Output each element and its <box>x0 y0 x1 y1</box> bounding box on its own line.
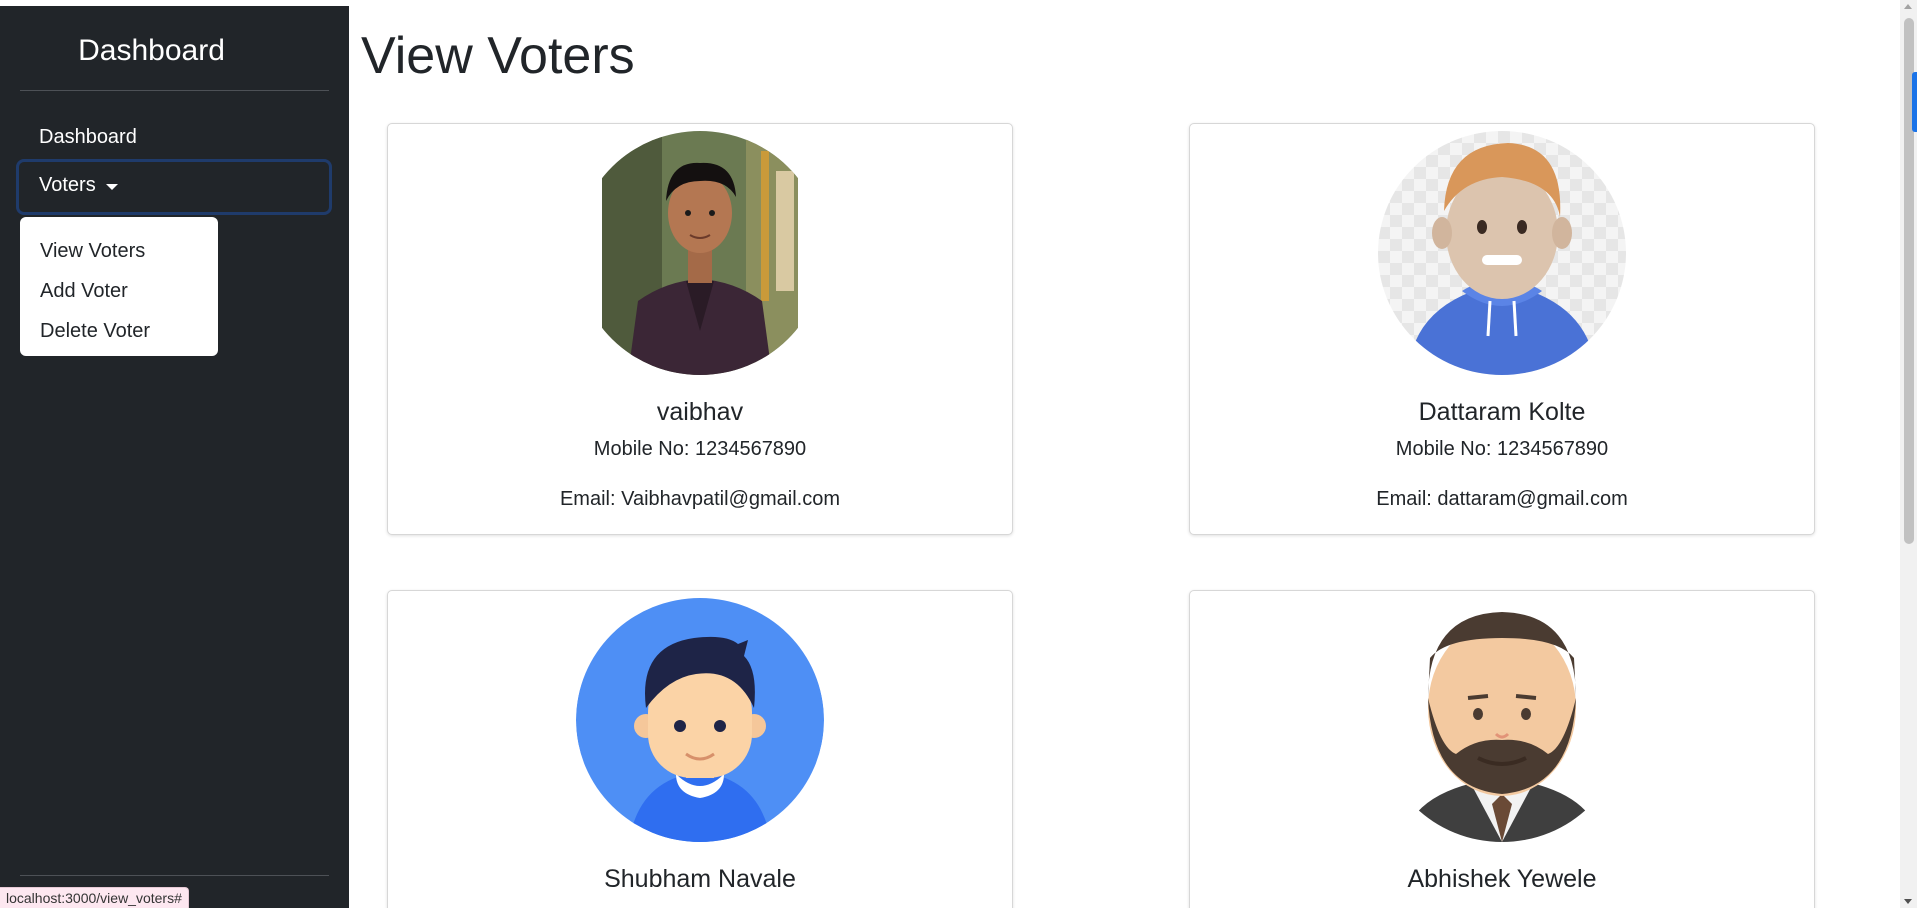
scroll-down-arrow-icon[interactable] <box>1904 899 1912 904</box>
voter-card: Shubham Navale <box>387 590 1013 908</box>
scroll-accent-marker <box>1912 72 1917 132</box>
voter-name: Dattaram Kolte <box>1418 398 1586 426</box>
status-bar-url: localhost:3000/view_voters# <box>0 887 189 908</box>
vertical-scrollbar[interactable] <box>1900 0 1917 908</box>
scroll-up-arrow-icon[interactable] <box>1904 4 1912 9</box>
boy-avatar-icon <box>576 598 824 842</box>
voter-mobile: Mobile No: 1234567890 <box>1395 438 1609 460</box>
voter-name: Abhishek Yewele <box>1407 865 1597 893</box>
voter-card: Dattaram Kolte Mobile No: 1234567890 Ema… <box>1189 123 1815 535</box>
voter-card: Abhishek Yewele <box>1189 590 1815 908</box>
dropdown-item-delete-voter[interactable]: Delete Voter <box>20 311 218 351</box>
voters-dropdown-menu: View Voters Add Voter Delete Voter <box>20 217 218 356</box>
3d-avatar-icon <box>1378 131 1626 375</box>
sidebar: Dashboard Dashboard Voters <box>0 6 349 908</box>
photo-avatar-icon <box>576 131 824 375</box>
sidebar-item-dashboard[interactable]: Dashboard <box>39 126 137 149</box>
voter-email: Email: Vaibhavpatil@gmail.com <box>559 488 841 510</box>
sidebar-brand[interactable]: Dashboard <box>0 34 303 68</box>
voter-email: Email: dattaram@gmail.com <box>1376 488 1628 510</box>
voter-name: vaibhav <box>656 398 744 426</box>
sidebar-divider-bottom <box>20 875 329 876</box>
dropdown-item-add-voter[interactable]: Add Voter <box>20 271 218 311</box>
caret-down-icon <box>105 183 118 190</box>
dropdown-item-view-voters[interactable]: View Voters <box>20 231 218 271</box>
voter-mobile: Mobile No: 1234567890 <box>593 438 807 460</box>
sidebar-item-voters[interactable]: Voters <box>39 174 118 197</box>
page-title: View Voters <box>361 27 635 85</box>
sidebar-divider <box>20 90 329 91</box>
voter-name: Shubham Navale <box>604 865 796 893</box>
bearded-man-avatar-icon <box>1378 598 1626 842</box>
sidebar-item-voters-label: Voters <box>39 174 96 196</box>
voter-card: vaibhav Mobile No: 1234567890 Email: Vai… <box>387 123 1013 535</box>
sidebar-item-voters-toggle[interactable]: Voters <box>16 159 332 215</box>
